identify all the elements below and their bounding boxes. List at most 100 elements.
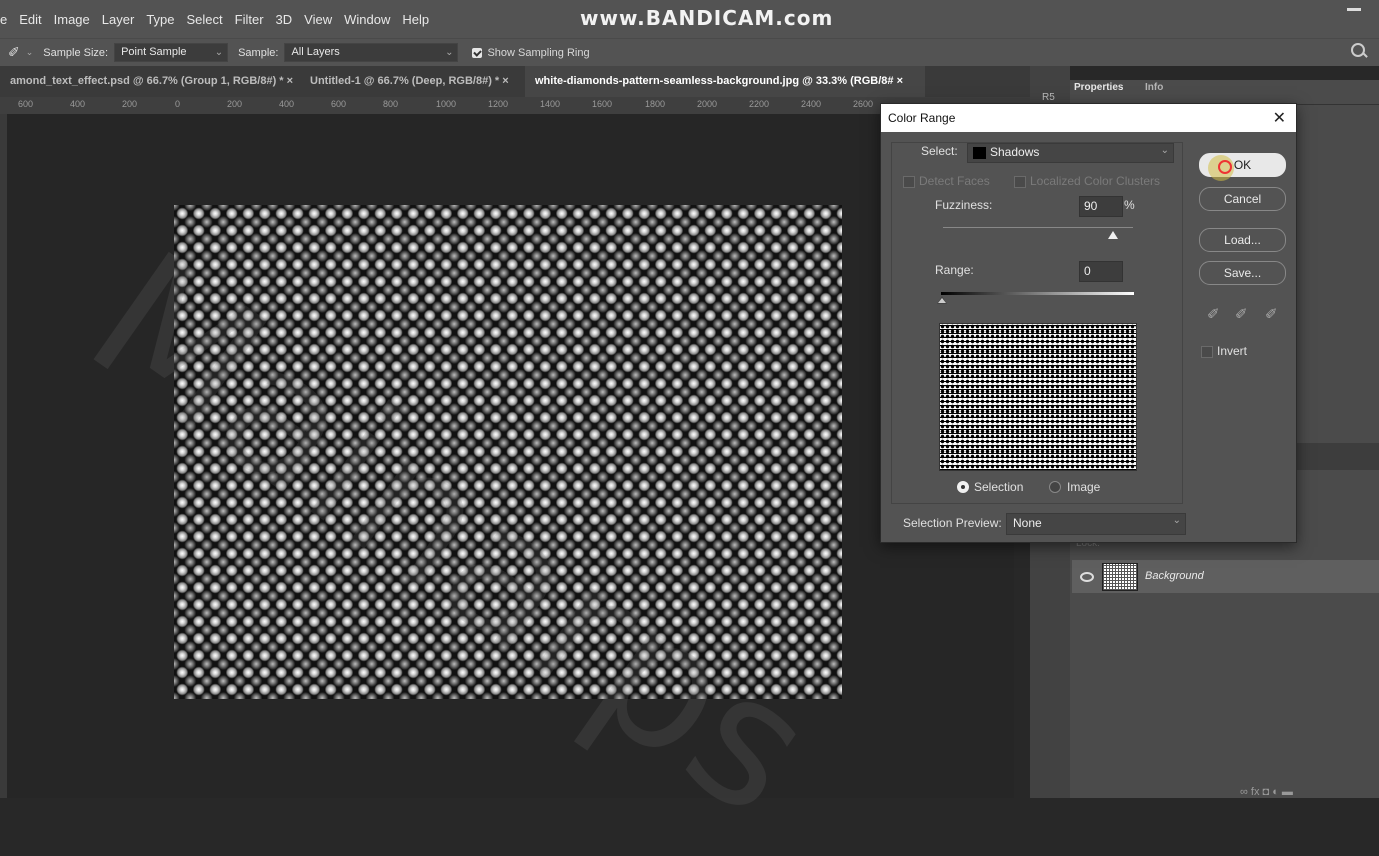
panel-strip-icon[interactable]: R5 [1042,92,1055,103]
tab-label: Untitled-1 @ 66.7% (Deep, RGB/8#) * [310,75,500,87]
selection-preview-image [939,323,1137,471]
menu-edit[interactable]: Edit [19,12,41,27]
ruler-label: 1400 [540,99,561,109]
chevron-down-icon: ⌄ [1160,145,1169,156]
select-dropdown[interactable]: Shadows ⌄ [967,143,1174,163]
ruler-label: 200 [122,99,138,109]
fuzziness-input[interactable]: 90 [1079,196,1123,217]
tab-white-diamonds[interactable]: white-diamonds-pattern-seamless-backgrou… [525,66,925,97]
chevron-down-icon: ⌄ [445,47,454,58]
sample-value: All Layers [291,46,340,58]
cancel-button[interactable]: Cancel [1199,187,1286,211]
tab-diamond-text-effect[interactable]: amond_text_effect.psd @ 66.7% (Group 1, … [0,66,303,97]
selection-preview-select[interactable]: None ⌄ [1006,513,1186,535]
menu-type[interactable]: Type [146,12,174,27]
localized-clusters-checkbox[interactable] [1014,176,1026,188]
ruler-label: 1600 [592,99,613,109]
detect-faces-label: Detect Faces [919,174,990,188]
menu-select[interactable]: Select [187,12,223,27]
sample-label: Sample: [238,46,279,59]
load-button[interactable]: Load... [1199,228,1286,252]
layers-panel-footer-icons[interactable]: ∞ fx ◘ ◐ ▬ [1240,786,1293,798]
ruler-label: 200 [227,99,243,109]
tab-label: white-diamonds-pattern-seamless-backgrou… [535,75,894,87]
invert-label: Invert [1217,344,1248,358]
fuzziness-unit: % [1124,198,1135,212]
close-icon[interactable]: ✕ [1273,108,1286,128]
layer-name[interactable]: Background [1145,570,1204,582]
ruler-label: 2200 [749,99,770,109]
close-icon[interactable]: × [897,75,903,87]
menu-view[interactable]: View [304,12,332,27]
sample-size-label: Sample Size: [43,46,109,59]
sample-size-value: Point Sample [121,46,187,58]
sample-select[interactable]: All Layers ⌄ [284,43,459,62]
show-sampling-ring-checkbox[interactable] [472,47,483,58]
invert-checkbox[interactable] [1201,346,1213,358]
menu-layer[interactable]: Layer [102,12,135,27]
menu-window[interactable]: Window [344,12,390,27]
vertical-ruler [0,114,7,798]
fuzziness-slider-track[interactable] [943,227,1133,228]
color-swatch [973,147,986,159]
eye-icon[interactable] [1080,572,1094,582]
tool-preset-chevron-icon[interactable]: ⌄ [26,47,34,58]
ruler-label: 1200 [488,99,509,109]
menu-3d[interactable]: 3D [276,12,293,27]
fuzziness-slider-handle[interactable] [1108,231,1118,239]
ruler-label: 400 [279,99,295,109]
eyedropper-minus-icon[interactable]: ✐ [1265,305,1278,323]
tab-properties[interactable]: Properties [1074,82,1123,93]
eyedropper-plus-icon[interactable]: ✐ [1235,305,1248,323]
menu-help[interactable]: Help [402,12,429,27]
ruler-label: 2000 [697,99,718,109]
menu-image[interactable]: Image [54,12,90,27]
ruler-label: 2600 [853,99,874,109]
close-icon[interactable]: × [287,75,293,87]
eyedropper-icon[interactable]: ✐ [1207,305,1220,323]
tab-info[interactable]: Info [1145,82,1163,93]
selection-radio-label: Selection [974,480,1024,494]
options-bar: ✐ ⌄ Sample Size: Point Sample ⌄ Sample: A… [0,38,1379,66]
tab-label: amond_text_effect.psd @ 66.7% (Group 1, … [10,75,284,87]
dialog-title: Color Range [888,111,956,125]
ruler-label: 2400 [801,99,822,109]
menu-filter[interactable]: Filter [235,12,264,27]
ruler-label: 1000 [436,99,457,109]
recorder-watermark: www.BANDICAM.com [580,6,834,30]
sample-size-select[interactable]: Point Sample ⌄ [114,43,229,62]
localized-clusters-label: Localized Color Clusters [1030,174,1161,188]
horizontal-ruler: 600 400 200 0 200 400 600 800 1000 1200 … [0,97,1030,115]
range-label: Range: [935,263,974,277]
selection-preview-label: Selection Preview: [903,516,1002,530]
minimize-button[interactable] [1347,8,1361,11]
selection-preview-value: None [1013,516,1042,530]
ruler-label: 800 [383,99,399,109]
range-slider-track[interactable] [941,292,1134,295]
layer-thumbnail [1102,563,1138,591]
image-radio[interactable] [1049,481,1061,493]
selection-radio[interactable] [957,481,969,493]
ruler-label: 400 [70,99,86,109]
select-value: Shadows [990,145,1040,159]
eyedropper-tool-icon[interactable]: ✐ [8,44,20,61]
chevron-down-icon: ⌄ [1172,515,1181,526]
color-range-dialog: Color Range ✕ Select: Shadows ⌄ Detect F… [880,103,1297,543]
show-sampling-ring-label: Show Sampling Ring [487,46,590,59]
save-button[interactable]: Save... [1199,261,1286,285]
document-tab-bar: amond_text_effect.psd @ 66.7% (Group 1, … [0,66,1030,97]
search-icon[interactable] [1351,43,1365,57]
ruler-label: 600 [18,99,34,109]
ruler-label: 600 [331,99,347,109]
ruler-label: 0 [175,99,181,109]
image-radio-label: Image [1067,480,1101,494]
tab-untitled-1[interactable]: Untitled-1 @ 66.7% (Deep, RGB/8#) * × [300,66,519,97]
select-label: Select: [921,144,958,158]
menu-file[interactable]: e [0,12,7,27]
range-input[interactable]: 0 [1079,261,1123,282]
detect-faces-checkbox[interactable] [903,176,915,188]
range-slider-handle[interactable] [937,296,947,304]
click-indicator-icon [1218,160,1232,174]
close-icon[interactable]: × [502,75,508,87]
chevron-down-icon: ⌄ [214,47,224,58]
